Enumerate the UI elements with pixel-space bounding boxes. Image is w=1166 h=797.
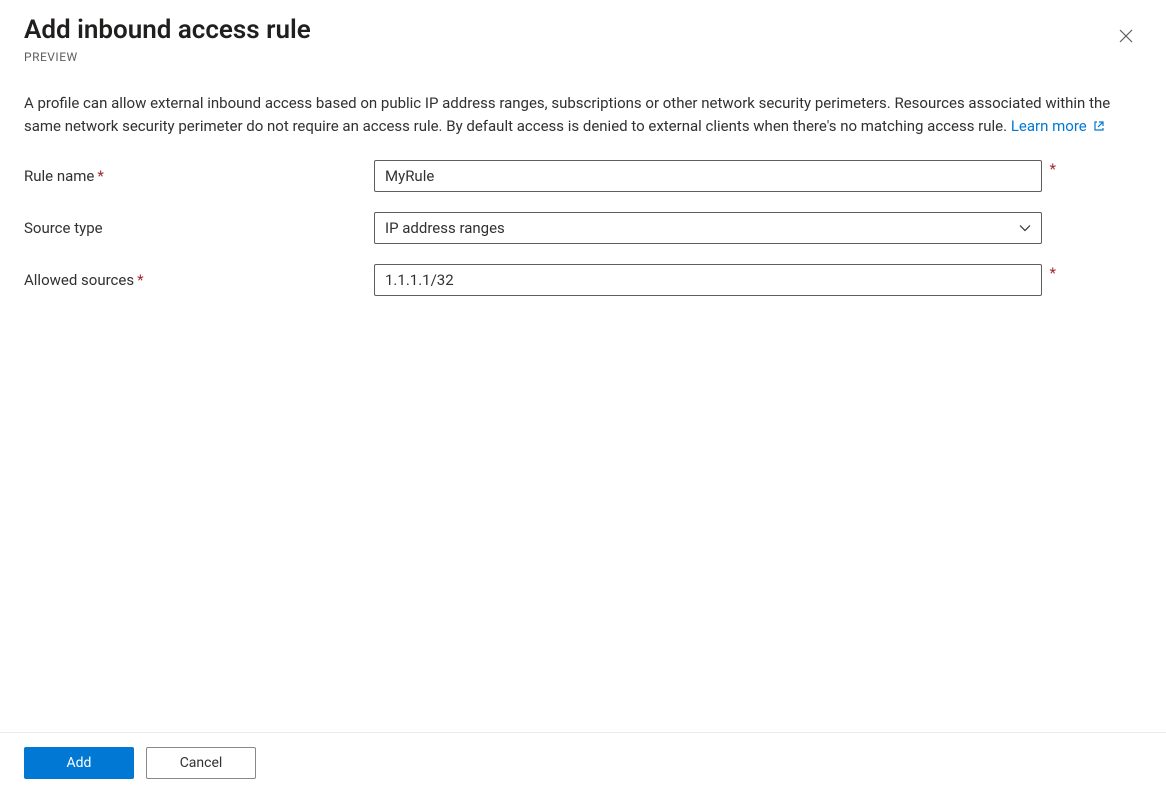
learn-more-link[interactable]: Learn more — [1011, 117, 1106, 135]
required-indicator: * — [137, 271, 143, 289]
rule-name-input[interactable] — [374, 160, 1042, 192]
description-text: A profile can allow external inbound acc… — [24, 92, 1134, 139]
page-title: Add inbound access rule — [24, 14, 311, 48]
source-type-select[interactable] — [374, 212, 1042, 244]
required-indicator: * — [1050, 264, 1056, 282]
rule-name-label: Rule name* — [24, 167, 374, 185]
close-button[interactable] — [1110, 20, 1142, 52]
allowed-sources-label: Allowed sources* — [24, 271, 374, 289]
external-link-icon — [1093, 120, 1105, 132]
footer-bar: Add Cancel — [0, 732, 1166, 797]
close-icon — [1119, 29, 1133, 43]
cancel-button[interactable]: Cancel — [146, 747, 256, 779]
allowed-sources-input[interactable] — [374, 264, 1042, 296]
preview-badge: PREVIEW — [24, 50, 311, 64]
required-indicator: * — [97, 167, 103, 185]
add-button[interactable]: Add — [24, 747, 134, 779]
required-indicator: * — [1050, 160, 1056, 178]
source-type-label: Source type — [24, 219, 374, 237]
